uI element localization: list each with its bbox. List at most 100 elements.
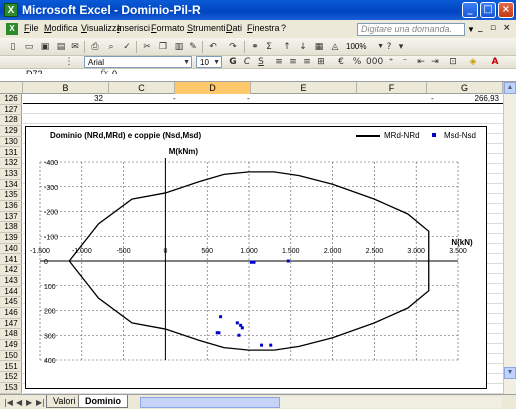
ask-dropdown-icon[interactable]: ▼ xyxy=(467,25,475,34)
row-header-140[interactable]: 140 xyxy=(0,244,22,255)
scroll-down-icon[interactable]: ▼ xyxy=(504,367,516,379)
sort-descending-icon[interactable]: ↓ xyxy=(296,41,310,53)
last-sheet-icon[interactable]: ▶| xyxy=(36,398,45,407)
row-header-126[interactable]: 126 xyxy=(0,94,22,105)
row-header-136[interactable]: 136 xyxy=(0,201,22,212)
borders-icon[interactable]: ⊡ xyxy=(446,56,460,68)
row-header-131[interactable]: 131 xyxy=(0,148,22,159)
format-painter-icon[interactable]: ✎ xyxy=(186,41,200,53)
print-icon[interactable]: ⎙ xyxy=(88,41,102,53)
sheet-tab-dominio[interactable]: Dominio xyxy=(78,395,128,408)
menu-finestra[interactable]: Finestra xyxy=(247,23,280,33)
open-icon[interactable]: ▭ xyxy=(22,41,36,53)
column-header-c[interactable]: C xyxy=(109,82,175,94)
merge-center-icon[interactable]: ⊞ xyxy=(314,56,328,68)
decrease-indent-icon[interactable]: ⇤ xyxy=(414,56,428,68)
sort-ascending-icon[interactable]: ↑ xyxy=(280,41,294,53)
row-header-132[interactable]: 132 xyxy=(0,158,22,169)
next-sheet-icon[interactable]: ▶ xyxy=(26,398,32,407)
row-header-145[interactable]: 145 xyxy=(0,297,22,308)
cell-b126[interactable]: 32 xyxy=(83,94,103,104)
row-header-152[interactable]: 152 xyxy=(0,372,22,383)
prev-sheet-icon[interactable]: ◀ xyxy=(16,398,22,407)
horizontal-scrollbar[interactable] xyxy=(140,397,502,408)
column-header-g[interactable]: G xyxy=(427,82,503,94)
column-header-f[interactable]: F xyxy=(357,82,427,94)
row-header-153[interactable]: 153 xyxy=(0,383,22,394)
menu-dati[interactable]: Dati xyxy=(226,23,242,33)
row-header-147[interactable]: 147 xyxy=(0,319,22,330)
doc-restore-button[interactable]: ▫ xyxy=(490,23,496,33)
chart-area[interactable]: Dominio (NRd,MRd) e coppie (Nsd,Msd) MRd… xyxy=(25,126,487,389)
row-header-133[interactable]: 133 xyxy=(0,169,22,180)
doc-minimize-button[interactable]: _ xyxy=(478,23,483,33)
row-header-134[interactable]: 134 xyxy=(0,180,22,191)
menu-visualizza[interactable]: Visualizza xyxy=(81,23,121,33)
close-button[interactable]: × xyxy=(498,2,514,18)
new-icon[interactable]: ▯ xyxy=(6,41,20,53)
row-header-148[interactable]: 148 xyxy=(0,329,22,341)
sheet-tab-valori[interactable]: Valori xyxy=(46,395,83,408)
increase-decimal-icon[interactable]: ⁺ xyxy=(384,56,398,68)
underline-icon[interactable]: S xyxy=(254,56,268,68)
row-header-128[interactable]: 128 xyxy=(0,115,22,127)
save-icon[interactable]: ▣ xyxy=(38,41,52,53)
redo-icon[interactable]: ↷ xyxy=(226,41,240,53)
horizontal-scroll-thumb[interactable] xyxy=(140,397,280,408)
align-left-icon[interactable]: ≡ xyxy=(272,56,286,68)
workbook-icon[interactable]: X xyxy=(6,23,18,35)
row-header-143[interactable]: 143 xyxy=(0,276,22,287)
row-header-138[interactable]: 138 xyxy=(0,222,22,234)
menu-strumenti[interactable]: Strumenti xyxy=(187,23,226,33)
row-header-137[interactable]: 137 xyxy=(0,212,22,223)
select-all-corner[interactable] xyxy=(0,82,23,94)
undo-icon[interactable]: ↶ xyxy=(206,41,220,53)
menu-formato[interactable]: Formato xyxy=(151,23,185,33)
font-color-icon[interactable]: A xyxy=(488,56,502,68)
column-header-b[interactable]: B xyxy=(23,82,109,94)
scroll-up-icon[interactable]: ▲ xyxy=(504,82,516,94)
cell-d126[interactable]: - xyxy=(247,94,250,104)
row-header-139[interactable]: 139 xyxy=(0,233,22,244)
column-header-e[interactable]: E xyxy=(251,82,357,94)
italic-icon[interactable]: C xyxy=(240,56,254,68)
row-header-127[interactable]: 127 xyxy=(0,105,22,116)
doc-close-button[interactable]: × xyxy=(503,23,511,33)
chart-wizard-icon[interactable]: ▦ xyxy=(312,41,326,53)
autosum-icon[interactable]: Σ xyxy=(262,41,276,53)
cell-g126[interactable]: 266,93 xyxy=(463,94,499,104)
row-header-149[interactable]: 149 xyxy=(0,340,22,351)
maximize-button[interactable]: □ xyxy=(480,2,496,18)
toolbar-options-icon[interactable]: ▾ xyxy=(394,41,408,53)
minimize-button[interactable]: _ xyxy=(462,2,478,18)
print-preview-icon[interactable]: ⌕ xyxy=(104,41,118,53)
row-header-142[interactable]: 142 xyxy=(0,265,22,276)
cut-icon[interactable]: ✂ xyxy=(140,41,154,53)
ask-question-input[interactable]: Digitare una domanda. xyxy=(357,23,465,36)
row-header-130[interactable]: 130 xyxy=(0,137,22,148)
bold-icon[interactable]: G xyxy=(226,56,240,68)
paste-icon[interactable]: ▥ xyxy=(172,41,186,53)
zoom-select[interactable]: 100% ▼ xyxy=(343,41,385,54)
first-sheet-icon[interactable]: |◀ xyxy=(4,398,13,407)
drawing-icon[interactable]: ◬ xyxy=(328,41,342,53)
increase-indent-icon[interactable]: ⇥ xyxy=(428,56,442,68)
percent-icon[interactable]: % xyxy=(350,56,364,68)
thousands-icon[interactable]: 000 xyxy=(366,56,383,68)
copy-icon[interactable]: ❐ xyxy=(156,41,170,53)
column-header-d[interactable]: D xyxy=(175,82,251,94)
menu-file[interactable]: File xyxy=(24,23,39,33)
font-size-select[interactable]: 10 ▼ xyxy=(196,56,222,68)
cell-f126[interactable]: - xyxy=(431,94,434,104)
row-header-146[interactable]: 146 xyxy=(0,308,22,319)
row-header-129[interactable]: 129 xyxy=(0,126,22,137)
row-header-144[interactable]: 144 xyxy=(0,287,22,298)
menu-modifica[interactable]: Modifica xyxy=(44,23,78,33)
spelling-icon[interactable]: ✓ xyxy=(120,41,134,53)
row-header-150[interactable]: 150 xyxy=(0,351,22,362)
fill-color-icon[interactable]: ◈ xyxy=(466,56,480,68)
font-name-select[interactable]: Arial ▼ xyxy=(84,56,192,68)
row-header-135[interactable]: 135 xyxy=(0,190,22,201)
cell-c126[interactable]: - xyxy=(173,94,176,104)
row-header-141[interactable]: 141 xyxy=(0,255,22,266)
